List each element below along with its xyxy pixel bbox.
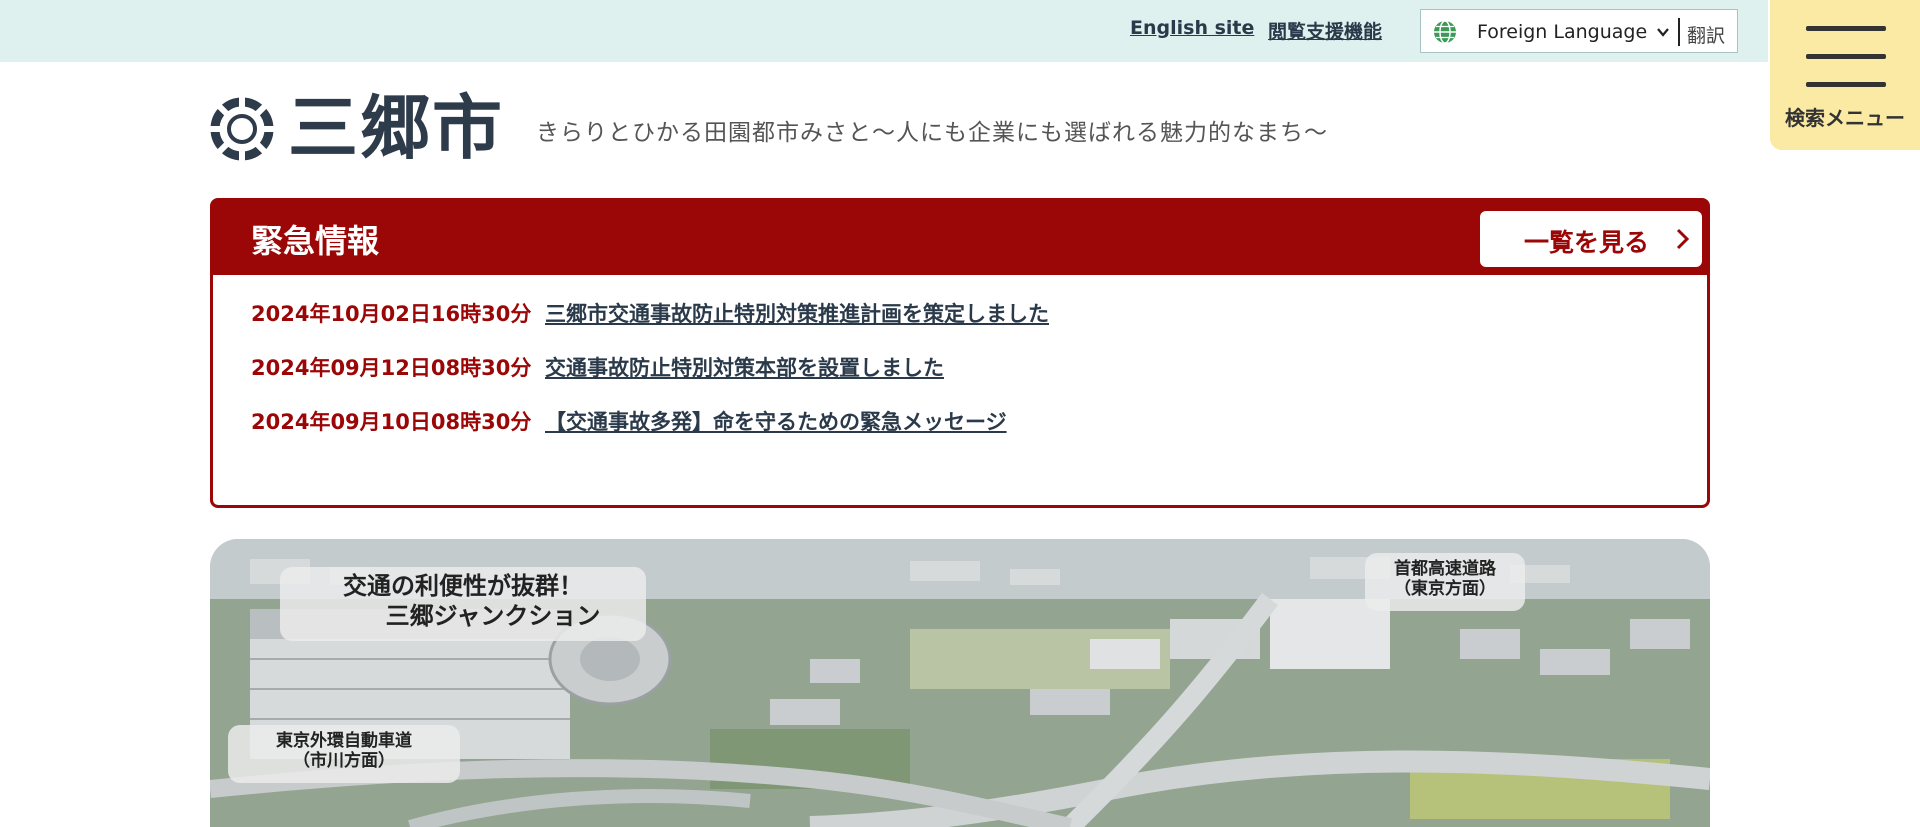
hero-label-shuto-line2: （東京方面）: [1394, 579, 1496, 599]
top-utility-bar: English site 閲覧支援機能 Foreign Language 翻訳: [0, 0, 1768, 62]
emergency-info-header: 緊急情報 一覧を見る: [213, 201, 1707, 275]
accessibility-link[interactable]: 閲覧支援機能: [1268, 17, 1382, 44]
alert-date: 2024年09月10日08時30分: [251, 410, 532, 434]
hero-label-gaikan-line1: 東京外環自動車道: [276, 731, 412, 751]
language-selector[interactable]: Foreign Language 翻訳: [1420, 9, 1738, 53]
alert-date: 2024年09月12日08時30分: [251, 356, 532, 380]
hero-headline: 交通の利便性が抜群！ 三郷ジャンクション: [280, 567, 646, 641]
emergency-info-panel: 緊急情報 一覧を見る 2024年10月02日16時30分 三郷市交通事故防止特別…: [210, 198, 1710, 508]
translate-button[interactable]: 翻訳: [1687, 21, 1725, 48]
divider: [1678, 18, 1680, 46]
alert-link[interactable]: 三郷市交通事故防止特別対策推進計画を策定しました: [545, 298, 1049, 328]
hero-label-gaikan: 東京外環自動車道 （市川方面）: [228, 725, 460, 783]
alert-date: 2024年10月02日16時30分: [251, 302, 532, 326]
search-menu-label: 検索メニュー: [1785, 106, 1905, 130]
globe-icon: [1434, 20, 1456, 44]
alert-link[interactable]: 【交通事故多発】命を守るための緊急メッセージ: [545, 406, 1007, 436]
hero-banner[interactable]: 交通の利便性が抜群！ 三郷ジャンクション 首都高速道路 （東京方面） 東京外環自…: [210, 539, 1710, 827]
city-emblem-icon[interactable]: [209, 96, 275, 162]
view-all-button[interactable]: 一覧を見る: [1480, 211, 1702, 267]
chevron-down-icon[interactable]: [1655, 24, 1671, 40]
hero-headline-line2: 三郷ジャンクション: [385, 602, 601, 630]
english-site-link[interactable]: English site: [1130, 17, 1254, 39]
chevron-right-icon: [1676, 228, 1690, 250]
hero-label-shuto-line1: 首都高速道路: [1394, 559, 1496, 579]
language-select-value[interactable]: Foreign Language: [1477, 21, 1647, 43]
emergency-info-title: 緊急情報: [251, 222, 380, 260]
hero-headline-line1: 交通の利便性が抜群！: [343, 572, 583, 600]
hero-label-gaikan-line2: （市川方面）: [293, 751, 395, 771]
search-menu-button[interactable]: 検索メニュー: [1770, 0, 1920, 150]
hero-label-shuto: 首都高速道路 （東京方面）: [1365, 553, 1525, 611]
view-all-label: 一覧を見る: [1524, 228, 1650, 257]
site-logo-text[interactable]: 三郷市: [288, 84, 504, 172]
alert-link[interactable]: 交通事故防止特別対策本部を設置しました: [545, 352, 944, 382]
site-tagline: きらりとひかる田園都市みさと～人にも企業にも選ばれる魅力的なまち～: [536, 120, 1328, 146]
